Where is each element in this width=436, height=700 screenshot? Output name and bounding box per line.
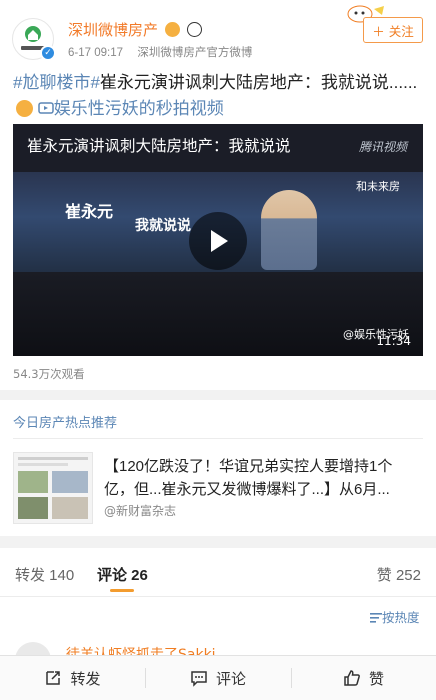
verified-badge-icon: ✓ [40, 45, 56, 61]
post-time: 6-17 09:17 [68, 47, 123, 59]
recommendation-thumbnail[interactable] [13, 452, 93, 524]
post-source: 深圳微博房产官方微博 [137, 47, 253, 59]
stage-speaker-name: 崔永元 [65, 202, 114, 221]
like-label[interactable]: 赞 [369, 668, 384, 689]
article-thumbnail-icon [18, 457, 88, 519]
interaction-tabs: 转发 140 评论 26 赞 252 [0, 556, 436, 596]
comment-icon [191, 671, 207, 687]
recommendation-title[interactable]: 今日房产热点推荐 [13, 412, 117, 431]
author-name[interactable]: 深圳微博房产 [68, 19, 203, 40]
stage-subtitle: 我就说说 [135, 218, 191, 234]
follow-button[interactable]: ＋ 关注 [363, 17, 423, 43]
tab-reposts[interactable]: 转发 140 [15, 564, 74, 585]
emoji-icon [165, 22, 181, 37]
section-separator [0, 536, 436, 548]
comment-label[interactable]: 评论 [216, 668, 246, 689]
video-link-icon [37, 102, 54, 114]
laugh-emoji-icon [16, 100, 33, 117]
topic-link[interactable]: #尬聊楼市# [13, 73, 100, 92]
post-body: 崔永元演讲讽刺大陆房地产：我就说说...... [99, 73, 418, 92]
active-tab-indicator [110, 589, 134, 592]
speaker-figure [261, 190, 317, 270]
comment-button[interactable]: 评论 [145, 656, 291, 700]
thumbs-up-icon [344, 670, 360, 686]
video-watermark: 腾讯视频 [358, 140, 407, 154]
video-player[interactable]: 崔永元演讲讽刺大陆房地产：我就说说 腾讯视频 崔永元 我就说说 和未来房 @娱乐… [13, 124, 423, 356]
video-duration: 11:34 [376, 334, 411, 348]
video-title: 崔永元演讲讽刺大陆房地产：我就说说 [27, 138, 291, 155]
tab-comments[interactable]: 评论 26 [97, 564, 148, 585]
divider [13, 438, 423, 439]
like-button[interactable]: 赞 [291, 656, 436, 700]
follow-button-label[interactable]: ＋ 关注 [372, 21, 413, 40]
author-name-text[interactable]: 深圳微博房产 [68, 22, 158, 39]
repost-icon [46, 671, 61, 685]
repost-button[interactable]: 转发 [0, 656, 145, 700]
bottom-action-bar: 转发 评论 赞 [0, 655, 436, 700]
post-meta: 6-17 09:17 深圳微博房产官方微博 [68, 44, 252, 60]
divider [0, 596, 436, 597]
sort-icon [370, 613, 382, 623]
play-icon [211, 230, 228, 252]
view-count: 54.3万次观看 [13, 367, 85, 381]
repost-label[interactable]: 转发 [70, 668, 100, 689]
play-button[interactable] [189, 212, 247, 270]
sort-by-hot-button[interactable]: 按热度 [370, 607, 420, 626]
video-audience [13, 272, 423, 356]
tab-likes[interactable]: 赞 252 [377, 564, 421, 585]
video-source-link[interactable]: 娱乐性污妖的秒拍视频 [54, 99, 224, 118]
post-text: #尬聊楼市#崔永元演讲讽刺大陆房地产：我就说说...... 娱乐性污妖的秒拍视频 [13, 70, 425, 122]
recommendation-source[interactable]: @新财富杂志 [104, 502, 176, 519]
section-separator [0, 390, 436, 400]
stage-logo: 和未来房 [356, 180, 400, 193]
panda-emoji-icon [187, 22, 203, 37]
recommendation-headline[interactable]: 【120亿跌没了！华谊兄弟实控人要增持1个亿，但...崔永元又发微博爆料了...… [104, 455, 422, 501]
sort-label[interactable]: 按热度 [382, 610, 420, 625]
